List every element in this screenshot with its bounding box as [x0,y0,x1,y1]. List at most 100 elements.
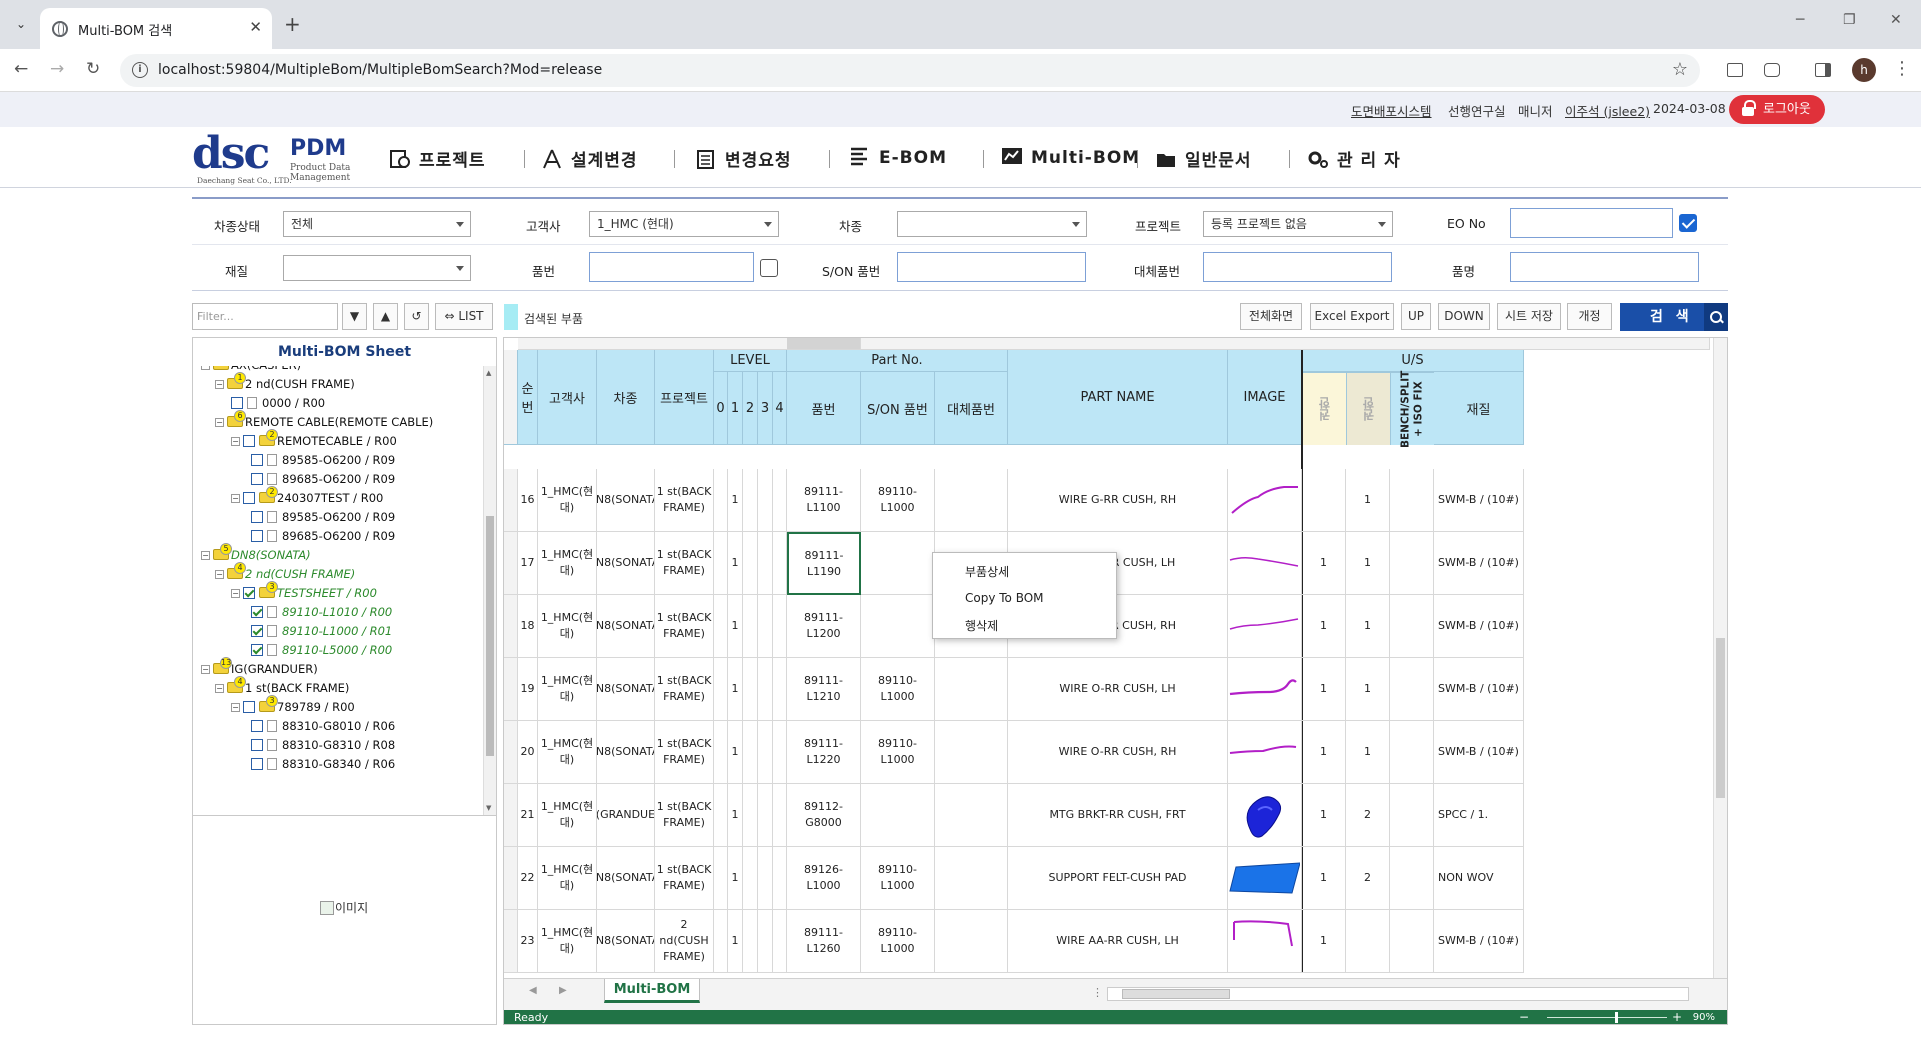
cell-part-no[interactable]: 89111-L1220 [787,721,861,784]
scroll-down-arrow-icon[interactable]: ▼ [486,804,491,812]
context-copy-to-bom[interactable]: Copy To BOM [965,591,1044,605]
tree-scrollbar[interactable]: ▲ ▼ [483,366,496,815]
cell-level-3[interactable] [758,658,773,721]
cell-us2[interactable]: 1 [1346,721,1390,784]
tree-checkbox[interactable] [251,606,263,618]
cell-us1[interactable] [1302,469,1346,532]
cell-image[interactable] [1228,658,1302,721]
cell-son-part-no[interactable]: 89110-L1000 [861,469,935,532]
cell-vehicle[interactable]: DN8(SONATA) [597,658,655,721]
row-gutter[interactable] [504,532,518,595]
cell-level-0[interactable] [714,532,728,595]
context-delete-row[interactable]: 행삭제 [965,617,998,634]
tree-filter-input[interactable]: Filter... [192,303,338,330]
list-toggle-button[interactable]: ⇔ LIST [435,303,493,330]
collapse-toggle-icon[interactable]: − [215,418,224,427]
cell-seq[interactable]: 16 [518,469,538,532]
cell-level-3[interactable] [758,910,773,973]
cell-level-2[interactable] [743,469,758,532]
site-info-icon[interactable]: i [132,62,148,78]
cell-bench[interactable] [1390,784,1434,847]
save-sheet-button[interactable]: 시트 저장 [1497,303,1561,330]
menu-ebom[interactable]: E-BOM [849,146,947,170]
cell-part-no[interactable]: 89112-G8000 [787,784,861,847]
cell-son-part-no[interactable]: 89110-L1000 [861,658,935,721]
collapse-toggle-icon[interactable]: − [231,589,240,598]
cell-level-2[interactable] [743,784,758,847]
cell-level-4[interactable] [773,658,787,721]
cell-project[interactable]: 2 nd(CUSH FRAME) [655,910,714,973]
cell-part-name[interactable]: WIRE AA-RR CUSH, LH [1008,910,1228,973]
cell-level-1[interactable]: 1 [728,532,743,595]
son-part-no-input[interactable] [897,252,1086,282]
cell-alt-part-no[interactable] [935,784,1008,847]
tree-node[interactable]: 88310-G8310 / R08 [251,736,395,754]
cell-us1[interactable]: 1 [1302,721,1346,784]
profile-avatar[interactable]: h [1852,58,1876,82]
bookmark-star-icon[interactable]: ☆ [1672,59,1688,80]
cell-level-3[interactable] [758,595,773,658]
cell-project[interactable]: 1 st(BACK FRAME) [655,469,714,532]
tree-view[interactable]: ▲ ▼ −5AX(CASPER)−12 nd(CUSH FRAME)0000 /… [193,366,496,816]
browser-tab-active[interactable]: Multi-BOM 검색 ✕ [40,8,272,49]
context-part-detail[interactable]: 부품상세 [965,563,1009,580]
tree-checkbox[interactable] [251,644,263,656]
tree-scroll-thumb[interactable] [486,516,494,756]
move-down-button[interactable]: DOWN [1438,303,1490,330]
sheet-scroll-thumb[interactable] [1716,638,1725,798]
cell-customer[interactable]: 1_HMC(현대) [538,721,597,784]
cell-bench[interactable] [1390,721,1434,784]
cell-alt-part-no[interactable] [935,847,1008,910]
menu-project[interactable]: 프로젝트 [389,146,486,171]
tree-node[interactable]: 88310-G8010 / R06 [251,717,395,735]
tree-node[interactable]: − 5 DN8(SONATA) [201,543,311,564]
cell-project[interactable]: 1 st(BACK FRAME) [655,721,714,784]
user-name-link[interactable]: 이주석 (jslee2) [1565,101,1650,120]
scroll-up-arrow-icon[interactable]: ▲ [486,369,491,377]
cell-customer[interactable]: 1_HMC(현대) [538,595,597,658]
material-select[interactable] [283,255,471,281]
cell-material[interactable]: SWM-B / (10#) [1434,595,1524,658]
search-button[interactable]: 검 색 [1620,303,1728,331]
cell-part-no[interactable]: 89111-L1200 [787,595,861,658]
cell-alt-part-no[interactable] [935,658,1008,721]
menu-design-change[interactable]: 설계변경 [541,146,638,171]
tree-checkbox[interactable] [243,435,255,447]
cell-seq[interactable]: 20 [518,721,538,784]
cell-vehicle[interactable]: DN8(SONATA) [597,469,655,532]
cell-vehicle[interactable]: DN8(SONATA) [597,847,655,910]
row-gutter[interactable] [504,469,518,532]
restore-icon[interactable]: ❐ [1843,12,1856,28]
cell-alt-part-no[interactable] [935,469,1008,532]
cell-us2[interactable]: 2 [1346,784,1390,847]
move-up-button[interactable]: UP [1401,303,1431,330]
tree-checkbox[interactable] [251,758,263,770]
multibom-spreadsheet[interactable]: ◀ ▶ Multi-BOM ⋮ Ready − + 90% 순번 고객사 차종 프로젝… [503,337,1728,1025]
collapse-toggle-icon[interactable]: − [231,703,240,712]
collapse-toggle-icon[interactable]: − [215,570,224,579]
tree-node[interactable]: 89685-O6200 / R09 [251,527,395,545]
tree-node[interactable]: 89110-L1000 / R01 [251,622,392,640]
cell-seq[interactable]: 21 [518,784,538,847]
collapse-toggle-icon[interactable]: − [231,437,240,446]
tree-checkbox[interactable] [243,492,255,504]
cell-vehicle[interactable]: DN8(SONATA) [597,910,655,973]
cell-son-part-no[interactable]: 89110-L1000 [861,847,935,910]
collapse-toggle-icon[interactable]: − [201,665,210,674]
part-no-input[interactable] [589,252,754,282]
menu-general-docs[interactable]: 일반문서 [1155,146,1252,171]
menu-multibom[interactable]: Multi-BOM [1001,146,1140,170]
tree-node[interactable]: − 3 789789 / R00 [231,695,355,716]
cell-part-no[interactable]: 89111-L1210 [787,658,861,721]
reload-icon[interactable]: ↻ [86,59,100,79]
cell-part-name[interactable]: WIRE O-RR CUSH, RH [1008,721,1228,784]
cell-level-4[interactable] [773,721,787,784]
part-name-input[interactable] [1510,252,1699,282]
cell-image[interactable] [1228,721,1302,784]
cell-seq[interactable]: 18 [518,595,538,658]
cell-bench[interactable] [1390,847,1434,910]
cell-customer[interactable]: 1_HMC(현대) [538,658,597,721]
tree-checkbox[interactable] [251,625,263,637]
cell-level-4[interactable] [773,532,787,595]
tree-node[interactable]: − 13 IG(GRANDUER) [201,657,318,678]
